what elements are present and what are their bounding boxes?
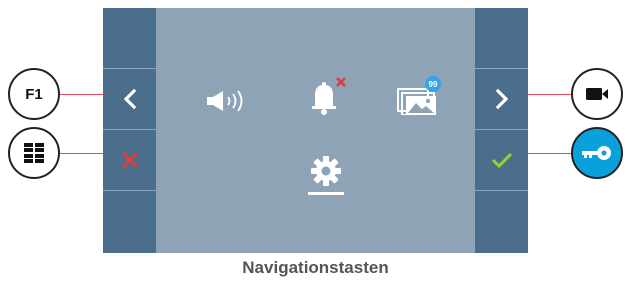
selection-underline bbox=[308, 192, 344, 195]
grid-menu-icon bbox=[24, 143, 44, 163]
left-nav-column bbox=[103, 8, 156, 253]
menu-button[interactable] bbox=[8, 127, 60, 179]
checkmark-icon bbox=[491, 152, 512, 169]
connector-line bbox=[60, 94, 103, 95]
video-camera-button[interactable] bbox=[571, 68, 623, 120]
connector-line bbox=[60, 153, 103, 154]
settings-gear-icon bbox=[311, 156, 341, 186]
caption: Navigationstasten bbox=[242, 258, 389, 277]
previous-button[interactable] bbox=[103, 69, 156, 129]
connector-line bbox=[528, 94, 571, 95]
f1-label: F1 bbox=[25, 85, 43, 103]
speaker-volume-icon bbox=[207, 90, 243, 112]
chevron-right-icon bbox=[495, 88, 508, 110]
monitor-screen: 99 bbox=[103, 8, 528, 253]
door-release-button[interactable] bbox=[571, 127, 623, 179]
connector-line bbox=[528, 153, 571, 154]
do-not-disturb-menu-item[interactable] bbox=[299, 76, 355, 116]
divider bbox=[103, 190, 156, 191]
right-nav-column bbox=[475, 8, 528, 253]
cancel-button[interactable] bbox=[103, 130, 156, 190]
video-camera-icon bbox=[586, 88, 608, 100]
key-icon bbox=[582, 146, 611, 160]
chevron-left-icon bbox=[123, 88, 136, 110]
volume-menu-item[interactable] bbox=[201, 86, 255, 116]
divider bbox=[475, 190, 528, 191]
gallery-menu-item[interactable]: 99 bbox=[391, 76, 445, 118]
next-button[interactable] bbox=[475, 69, 528, 129]
confirm-button[interactable] bbox=[475, 130, 528, 190]
gallery-count-badge: 99 bbox=[425, 76, 441, 92]
close-x-icon bbox=[121, 151, 138, 169]
settings-menu-item[interactable] bbox=[307, 152, 345, 190]
f1-button[interactable]: F1 bbox=[8, 68, 60, 120]
bell-muted-icon bbox=[312, 77, 346, 115]
